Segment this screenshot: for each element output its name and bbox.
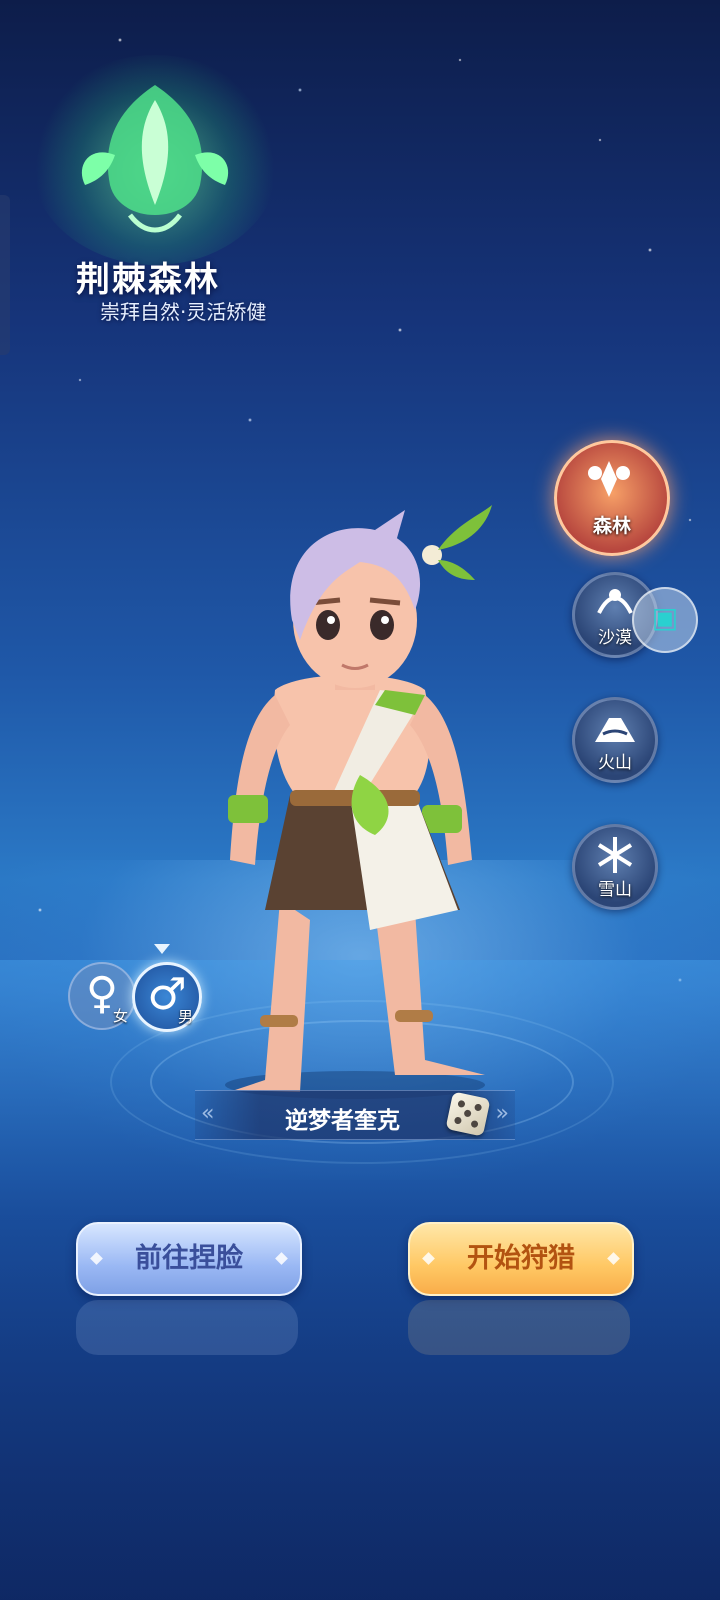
- realm-label: 火山: [598, 753, 632, 773]
- realm-button-forest[interactable]: 森林: [554, 440, 670, 556]
- customize-face-button[interactable]: 前往捏脸: [76, 1222, 302, 1296]
- realm-label: 森林: [592, 515, 631, 537]
- leaf-crest-icon: [81, 85, 229, 233]
- gender-selected-marker: [154, 944, 170, 954]
- realm-emblem: [30, 55, 280, 265]
- gender-female-button[interactable]: ♀ 女: [68, 962, 136, 1030]
- button-ornament: [90, 1252, 103, 1265]
- character-name-bar: « » 逆梦者奎克: [195, 1090, 515, 1140]
- start-hunt-label: 开始狩猎: [467, 1243, 575, 1274]
- customize-face-label: 前往捏脸: [135, 1243, 243, 1274]
- gender-male-button[interactable]: ♂ 男: [132, 962, 202, 1032]
- gender-female-label: 女: [112, 1007, 128, 1025]
- random-name-dice-icon[interactable]: [445, 1091, 491, 1137]
- realm-button-snow-mountain[interactable]: 雪山: [572, 824, 658, 910]
- chevron-right-icon: »: [495, 1101, 509, 1126]
- realm-title: 荆棘森林: [76, 260, 220, 300]
- button-ornament: [422, 1252, 435, 1265]
- volcano-icon: [595, 718, 635, 742]
- character-model: [225, 505, 492, 1099]
- realm-button-volcano[interactable]: 火山: [572, 697, 658, 783]
- cube-icon: ▣: [651, 601, 679, 634]
- character-name: 逆梦者奎克: [285, 1108, 400, 1134]
- button-ornament: [607, 1252, 620, 1265]
- realm-label: 雪山: [598, 880, 632, 900]
- button-reflection: [76, 1300, 298, 1355]
- realm-subtitle: 崇拜自然·灵活矫健: [100, 300, 267, 324]
- cube-view-button[interactable]: ▣: [632, 587, 698, 653]
- button-ornament: [275, 1252, 288, 1265]
- gender-male-label: 男: [177, 1008, 193, 1026]
- edge-drawer-handle[interactable]: [0, 195, 10, 355]
- start-hunt-button[interactable]: 开始狩猎: [408, 1222, 634, 1296]
- chevron-left-icon: «: [201, 1101, 215, 1126]
- snow-mountain-icon: [597, 837, 633, 873]
- forest-icon: [588, 461, 630, 497]
- button-reflection: [408, 1300, 630, 1355]
